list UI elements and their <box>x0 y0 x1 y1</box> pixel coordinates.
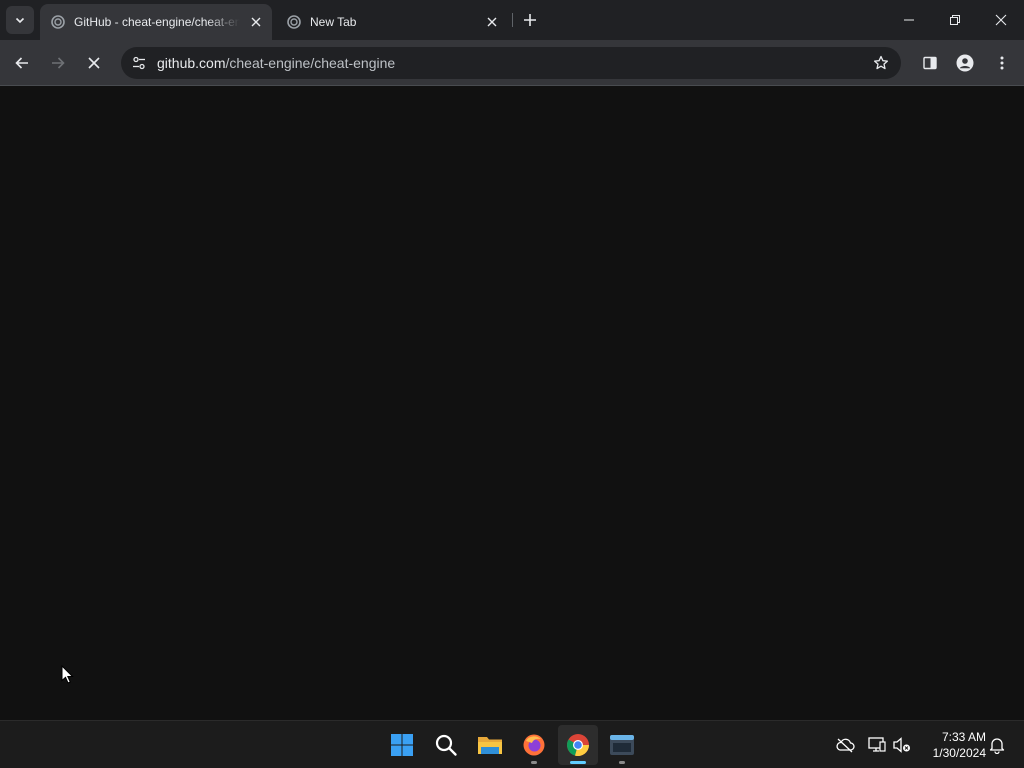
tab-close-button[interactable] <box>484 14 500 30</box>
tab-new-tab[interactable]: New Tab <box>276 4 508 40</box>
url-path: /cheat-engine/cheat-engine <box>225 55 396 71</box>
bell-icon <box>989 738 1005 754</box>
tab-github[interactable]: GitHub - cheat-engine/cheat-engine <box>40 4 272 40</box>
close-window-button[interactable] <box>978 0 1024 40</box>
mouse-cursor-icon <box>61 665 74 684</box>
loading-spinner-icon <box>286 14 302 30</box>
back-button[interactable] <box>8 49 36 77</box>
chevron-down-icon <box>15 17 25 24</box>
close-icon <box>88 57 100 69</box>
start-button[interactable] <box>382 725 422 765</box>
firefox-icon <box>523 734 545 756</box>
forward-button[interactable] <box>44 49 72 77</box>
firefox-button[interactable] <box>514 725 554 765</box>
volume-button[interactable] <box>890 733 914 757</box>
profile-button[interactable] <box>951 49 979 77</box>
tab-title: GitHub - cheat-engine/cheat-engine <box>74 15 240 29</box>
url-text: github.com/cheat-engine/cheat-engine <box>157 55 395 71</box>
tab-strip: GitHub - cheat-engine/cheat-engine New T… <box>0 0 1024 40</box>
chrome-icon <box>567 734 589 757</box>
more-vertical-icon <box>1000 56 1004 70</box>
search-button[interactable] <box>426 725 466 765</box>
restore-icon <box>950 15 960 25</box>
taskbar: 7:33 AM 1/30/2024 <box>0 720 1024 768</box>
folder-icon <box>478 737 502 754</box>
network-button[interactable] <box>865 733 889 757</box>
clock-date: 1/30/2024 <box>932 746 986 760</box>
close-icon <box>995 14 1007 26</box>
windows-start-icon <box>391 734 413 756</box>
restore-button[interactable] <box>932 0 978 40</box>
tab-title: New Tab <box>310 15 357 29</box>
chrome-button[interactable] <box>558 725 598 765</box>
minimize-icon <box>904 19 914 21</box>
close-icon <box>251 17 261 27</box>
terminal-button[interactable] <box>602 725 642 765</box>
arrow-right-icon <box>52 57 65 69</box>
new-tab-button[interactable] <box>520 10 540 30</box>
loading-spinner-icon <box>50 14 66 30</box>
stop-loading-button[interactable] <box>80 49 108 77</box>
close-icon <box>487 17 497 27</box>
tune-icon <box>133 56 145 70</box>
active-indicator <box>570 761 586 764</box>
url-host: github.com <box>157 55 226 71</box>
browser-toolbar: github.com/cheat-engine/cheat-engine <box>0 40 1024 86</box>
bookmark-button[interactable] <box>869 51 893 75</box>
menu-button[interactable] <box>988 49 1016 77</box>
address-bar[interactable]: github.com/cheat-engine/cheat-engine <box>121 47 901 79</box>
running-indicator <box>619 761 625 764</box>
cloud-off-icon <box>836 738 855 753</box>
screen: GitHub - cheat-engine/cheat-engine New T… <box>0 0 1024 768</box>
system-clock[interactable]: 7:33 AM 1/30/2024 <box>920 729 986 761</box>
clock-time: 7:33 AM <box>941 730 986 744</box>
search-icon <box>435 734 457 756</box>
person-icon <box>956 54 974 72</box>
network-icon <box>868 737 886 752</box>
volume-muted-icon <box>893 737 910 753</box>
tab-close-button[interactable] <box>248 14 264 30</box>
notifications-button[interactable] <box>985 733 1009 757</box>
file-explorer-button[interactable] <box>470 725 510 765</box>
arrow-left-icon <box>15 57 28 69</box>
page-content[interactable] <box>0 87 1024 720</box>
star-icon <box>873 55 889 70</box>
side-panel-button[interactable] <box>916 49 944 77</box>
site-info-button[interactable] <box>127 51 151 75</box>
tab-separator <box>512 13 513 27</box>
minimize-button[interactable] <box>886 0 932 40</box>
onedrive-button[interactable] <box>833 733 857 757</box>
tab-search-button[interactable] <box>6 6 34 34</box>
plus-icon <box>524 14 536 26</box>
terminal-icon <box>610 735 634 755</box>
running-indicator <box>531 761 537 764</box>
side-panel-icon <box>923 56 937 70</box>
